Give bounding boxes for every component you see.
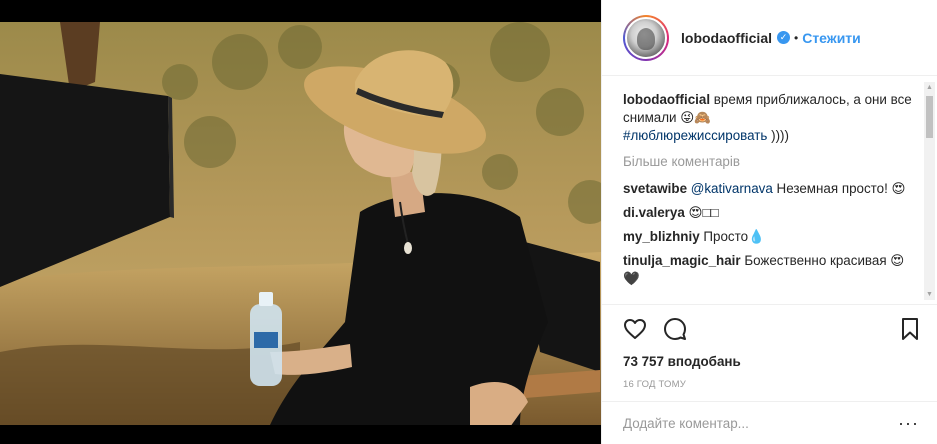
comment-username[interactable]: my_blizhniy	[623, 229, 700, 244]
comment-text: Просто💧	[699, 229, 765, 244]
bookmark-icon[interactable]	[898, 317, 922, 341]
author-username[interactable]: lobodaofficial	[681, 30, 772, 46]
post-viewer: lobodaofficial ✓ • Стежити lobodaofficia…	[0, 0, 937, 444]
likes-count[interactable]: 73 757 вподобань	[623, 354, 922, 369]
comment-username[interactable]: tinulja_magic_hair	[623, 253, 741, 268]
scroll-down-arrow-icon[interactable]: ▼	[924, 289, 935, 300]
comment-username[interactable]: di.valerya	[623, 205, 685, 220]
caption-tail: ))))	[767, 128, 789, 143]
scroll-up-arrow-icon[interactable]: ▲	[924, 82, 935, 93]
post-sidebar: lobodaofficial ✓ • Стежити lobodaofficia…	[601, 0, 937, 444]
comment-mention[interactable]: @kativarnava	[691, 181, 773, 196]
caption-username[interactable]: lobodaofficial	[623, 92, 710, 107]
post-caption: lobodaofficial время приближалось, а они…	[623, 91, 918, 145]
caption-hashtag[interactable]: #люблюрежиссировать	[623, 128, 767, 143]
comment-text: 😍□□	[684, 205, 719, 220]
comment-input[interactable]	[623, 415, 899, 431]
post-actions: 73 757 вподобань 16 ГОД ТОМУ	[602, 304, 937, 390]
comment-icon[interactable]	[663, 317, 687, 341]
comment-text: Неземная просто! 😍	[772, 181, 906, 196]
comments-scrollbar[interactable]: ▲ ▼	[924, 82, 935, 300]
comments-list[interactable]: lobodaofficial время приближалось, а они…	[602, 77, 937, 303]
more-options-icon[interactable]: ···	[898, 413, 919, 434]
comment-item: svetawibe @kativarnava Неземная просто! …	[623, 180, 918, 198]
story-ring[interactable]	[623, 14, 669, 61]
post-header: lobodaofficial ✓ • Стежити	[602, 0, 937, 76]
heart-icon[interactable]	[623, 317, 647, 341]
post-timestamp[interactable]: 16 ГОД ТОМУ	[623, 379, 922, 390]
photo-illustration	[0, 22, 601, 425]
header-separator: •	[794, 30, 799, 45]
add-comment-bar: ···	[602, 401, 937, 444]
comment-username[interactable]: svetawibe	[623, 181, 687, 196]
avatar[interactable]	[625, 16, 667, 59]
post-photo[interactable]	[0, 22, 601, 425]
comment-item: di.valerya 😍□□	[623, 204, 918, 222]
comment-item: my_blizhniy Просто💧	[623, 228, 918, 246]
follow-button[interactable]: Стежити	[802, 30, 861, 46]
verified-badge-icon: ✓	[777, 31, 790, 44]
action-icons	[623, 317, 922, 341]
scrollbar-thumb[interactable]	[926, 96, 933, 138]
load-more-comments-button[interactable]: Більше коментарів	[623, 153, 918, 171]
comment-item: tinulja_magic_hair Божественно красивая …	[623, 252, 918, 288]
